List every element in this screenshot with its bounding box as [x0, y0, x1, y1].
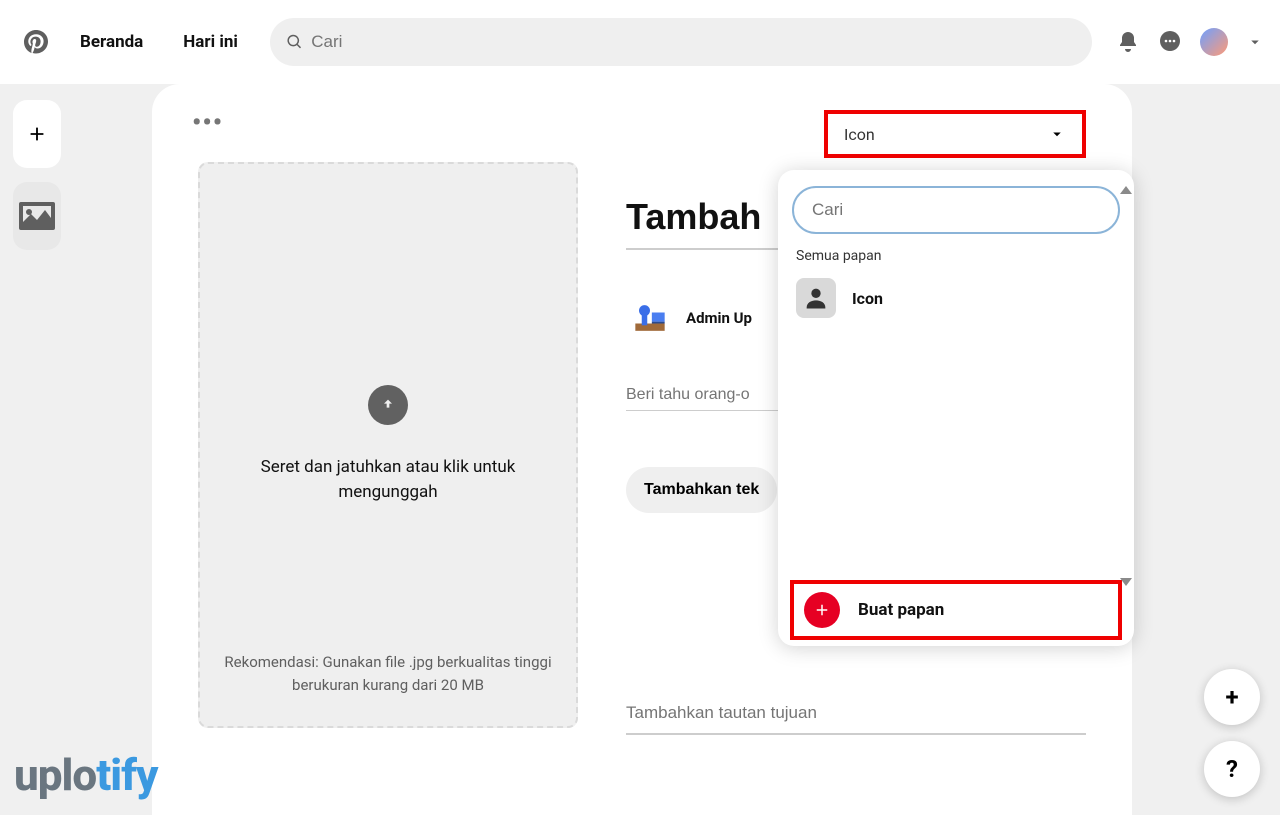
pin-builder-card: ••• Icon Semua papan Icon	[152, 84, 1132, 815]
upload-dropzone[interactable]: Seret dan jatuhkan atau klik untuk mengu…	[198, 162, 578, 728]
rail-add-button[interactable]	[13, 100, 61, 168]
bell-icon[interactable]	[1116, 30, 1140, 54]
board-dropdown: Semua papan Icon Buat papan	[778, 170, 1134, 646]
pin-link-input[interactable]	[626, 703, 1086, 735]
chevron-down-icon	[1048, 125, 1066, 143]
pinterest-logo-icon[interactable]	[24, 30, 48, 54]
board-search-wrap	[792, 186, 1120, 234]
author-name: Admin Up	[686, 309, 752, 327]
upload-hint-text: Rekomendasi: Gunakan file .jpg berkualit…	[200, 651, 576, 696]
nav-home[interactable]: Beranda	[64, 20, 159, 64]
dropdown-scrollbar[interactable]	[1120, 186, 1132, 586]
account-chevron-down-icon[interactable]	[1246, 33, 1264, 51]
board-section-label: Semua papan	[778, 244, 1134, 272]
board-selector[interactable]: Icon	[824, 110, 1086, 158]
dropdown-spacer	[778, 328, 1134, 572]
upload-main-text: Seret dan jatuhkan atau klik untuk mengu…	[220, 455, 556, 506]
board-search-input[interactable]	[792, 186, 1120, 234]
create-board-button[interactable]: Buat papan	[790, 580, 1122, 640]
rail-image-button[interactable]	[13, 182, 61, 250]
upload-arrow-icon	[368, 385, 408, 425]
board-item-name: Icon	[852, 289, 883, 308]
author-avatar-icon	[626, 294, 674, 342]
create-board-label: Buat papan	[858, 600, 944, 620]
app-body: ••• Icon Semua papan Icon	[0, 84, 1280, 815]
search-input[interactable]	[311, 32, 1076, 52]
chat-icon[interactable]	[1158, 30, 1182, 54]
more-menu-icon[interactable]: •••	[192, 108, 223, 138]
header-right-icons	[1116, 28, 1264, 56]
app-header: Beranda Hari ini	[0, 0, 1280, 84]
left-rail	[0, 84, 74, 815]
board-selector-label: Icon	[844, 125, 875, 144]
board-thumb-icon	[796, 278, 836, 318]
nav-today[interactable]: Hari ini	[167, 20, 254, 64]
user-avatar[interactable]	[1200, 28, 1228, 56]
search-icon	[286, 33, 303, 51]
fab-add-button[interactable]: +	[1204, 669, 1260, 725]
board-item[interactable]: Icon	[778, 272, 1134, 328]
fab-help-button[interactable]: ?	[1204, 741, 1260, 797]
search-bar[interactable]	[270, 18, 1092, 66]
plus-circle-icon	[804, 592, 840, 628]
floating-buttons: + ?	[1204, 669, 1260, 797]
add-alt-text-button[interactable]: Tambahkan tek	[626, 467, 777, 513]
